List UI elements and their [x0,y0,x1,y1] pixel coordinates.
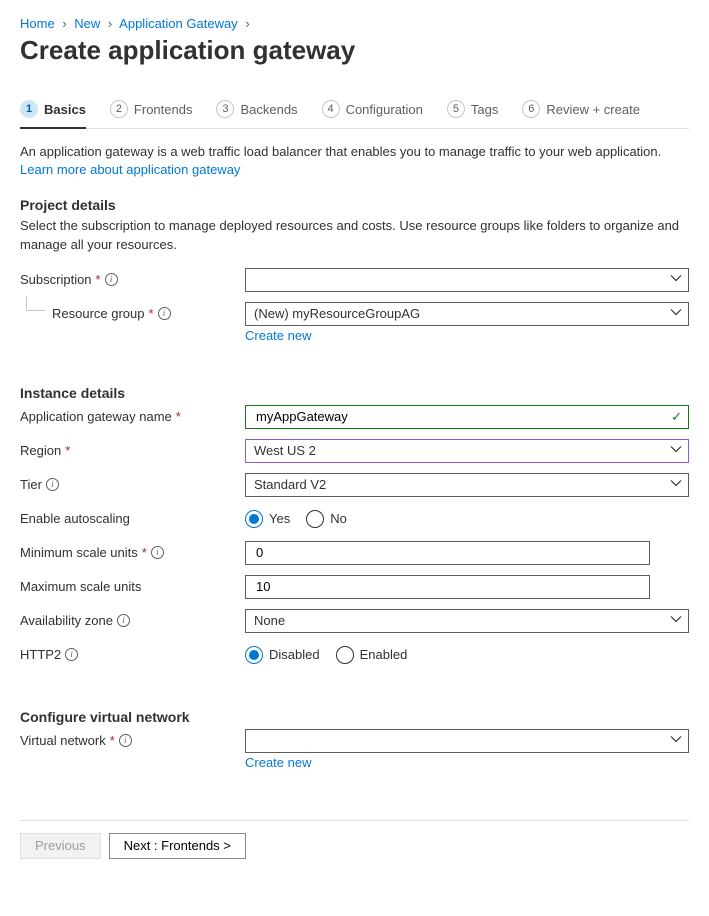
intro-text: An application gateway is a web traffic … [20,143,689,179]
create-new-vnet-link[interactable]: Create new [245,755,311,770]
chevron-right-icon: › [62,16,66,31]
tab-review-create[interactable]: 6Review + create [522,94,640,128]
info-icon[interactable]: i [119,734,132,747]
resource-group-select[interactable]: (New) myResourceGroupAG [245,302,689,326]
chevron-down-icon [670,443,682,458]
autoscaling-radiogroup: Yes No [245,507,689,531]
chevron-down-icon [670,613,682,628]
vnet-heading: Configure virtual network [20,709,689,725]
availability-zone-label: Availability zone i [20,609,245,628]
autoscaling-no-radio[interactable]: No [306,510,347,528]
max-scale-input[interactable] [245,575,650,599]
virtual-network-label: Virtual network* i [20,729,245,748]
gateway-name-input[interactable]: ✓ [245,405,689,429]
page-title: Create application gateway [20,35,689,66]
wizard-tabs: 1Basics 2Frontends 3Backends 4Configurat… [20,94,689,129]
region-label: Region* [20,439,245,458]
resource-group-label: Resource group* i [20,302,245,321]
autoscaling-yes-radio[interactable]: Yes [245,510,290,528]
virtual-network-select[interactable] [245,729,689,753]
http2-disabled-radio[interactable]: Disabled [245,646,320,664]
chevron-right-icon: › [108,16,112,31]
learn-more-link[interactable]: Learn more about application gateway [20,162,240,177]
project-details-heading: Project details [20,197,689,213]
info-icon[interactable]: i [65,648,78,661]
info-icon[interactable]: i [117,614,130,627]
info-icon[interactable]: i [46,478,59,491]
wizard-footer: Previous Next : Frontends > [20,820,689,875]
info-icon[interactable]: i [151,546,164,559]
subscription-select[interactable] [245,268,689,292]
previous-button: Previous [20,833,101,859]
http2-enabled-radio[interactable]: Enabled [336,646,408,664]
chevron-down-icon [670,272,682,287]
http2-label: HTTP2 i [20,643,245,662]
chevron-down-icon [670,477,682,492]
tab-backends[interactable]: 3Backends [216,94,297,128]
autoscaling-label: Enable autoscaling [20,507,245,526]
breadcrumb: Home › New › Application Gateway › [20,16,689,31]
tier-select[interactable]: Standard V2 [245,473,689,497]
tab-tags[interactable]: 5Tags [447,94,498,128]
info-icon[interactable]: i [158,307,171,320]
chevron-down-icon [670,733,682,748]
gateway-name-label: Application gateway name* [20,405,245,424]
tier-label: Tier i [20,473,245,492]
breadcrumb-new[interactable]: New [74,16,100,31]
breadcrumb-application-gateway[interactable]: Application Gateway [119,16,238,31]
tab-configuration[interactable]: 4Configuration [322,94,423,128]
instance-details-heading: Instance details [20,385,689,401]
min-scale-input[interactable] [245,541,650,565]
chevron-down-icon [670,306,682,321]
availability-zone-select[interactable]: None [245,609,689,633]
max-scale-label: Maximum scale units [20,575,245,594]
min-scale-label: Minimum scale units* i [20,541,245,560]
project-details-desc: Select the subscription to manage deploy… [20,217,689,253]
region-select[interactable]: West US 2 [245,439,689,463]
tab-basics[interactable]: 1Basics [20,94,86,128]
tab-frontends[interactable]: 2Frontends [110,94,193,128]
subscription-label: Subscription* i [20,268,245,287]
next-button[interactable]: Next : Frontends > [109,833,246,859]
chevron-right-icon: › [245,16,249,31]
breadcrumb-home[interactable]: Home [20,16,55,31]
http2-radiogroup: Disabled Enabled [245,643,689,667]
info-icon[interactable]: i [105,273,118,286]
check-icon: ✓ [671,409,682,425]
create-new-resource-group-link[interactable]: Create new [245,328,311,343]
